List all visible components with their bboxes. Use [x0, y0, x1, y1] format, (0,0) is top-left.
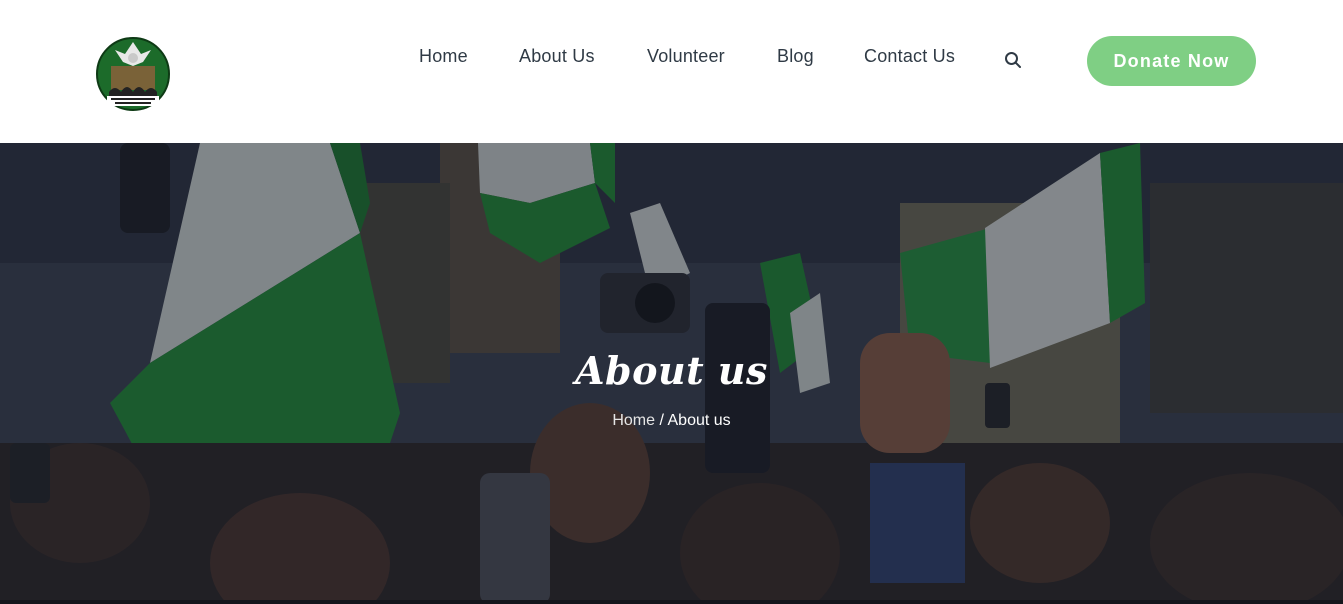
nav-blog[interactable]: Blog — [777, 46, 814, 67]
nav-contact-us[interactable]: Contact Us — [864, 46, 955, 67]
breadcrumb: Home / About us — [0, 412, 1343, 430]
phoenix-emblem-logo-icon — [96, 37, 170, 111]
site-header: Home About Us Volunteer Blog Contact Us … — [0, 0, 1343, 143]
breadcrumb-current: About us — [667, 412, 731, 429]
breadcrumb-home-link[interactable]: Home — [612, 412, 655, 429]
nav-about-us[interactable]: About Us — [519, 46, 595, 67]
page-bottom-edge — [0, 600, 1343, 604]
site-logo[interactable] — [95, 36, 171, 112]
search-icon[interactable] — [1004, 51, 1022, 69]
hero-banner: About us Home / About us — [0, 143, 1343, 604]
nav-volunteer[interactable]: Volunteer — [647, 46, 725, 67]
nav-home[interactable]: Home — [419, 46, 468, 67]
page-title: About us — [575, 348, 768, 393]
breadcrumb-separator: / — [659, 412, 664, 429]
donate-now-button[interactable]: Donate Now — [1087, 36, 1256, 86]
